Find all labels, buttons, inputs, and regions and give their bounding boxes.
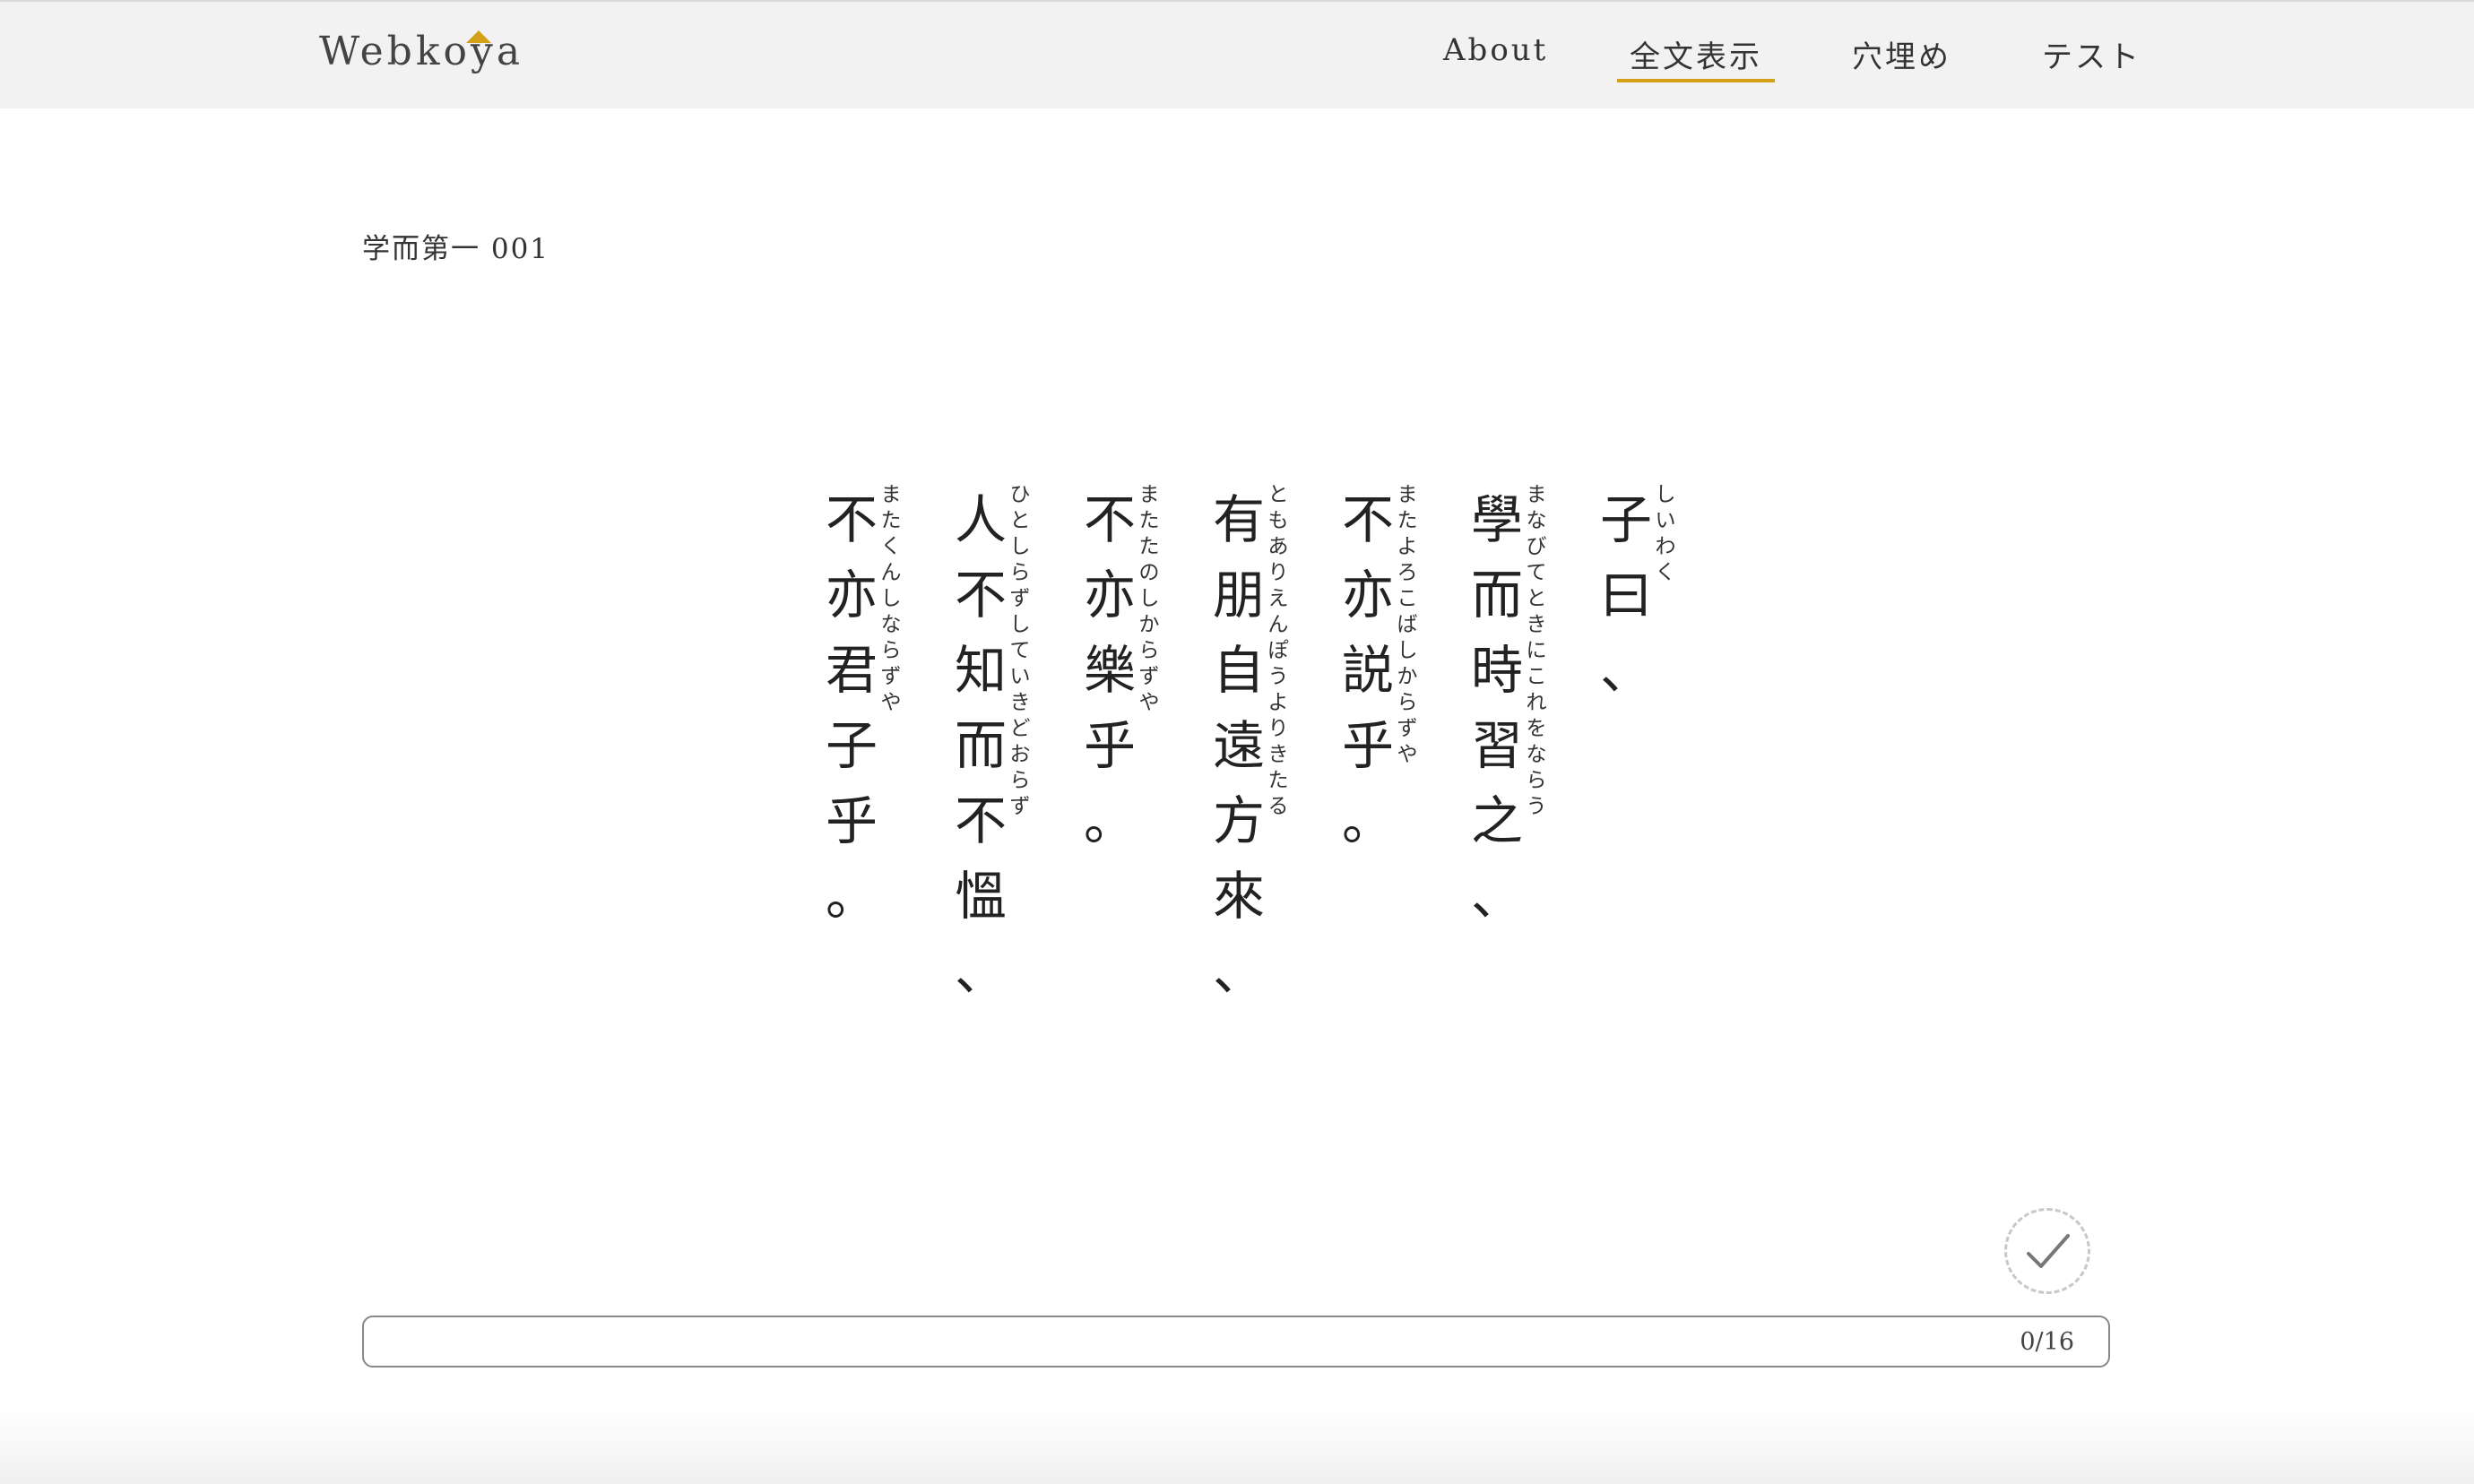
passage-column-text: 不亦説乎。 bbox=[1341, 489, 1394, 851]
nav-active-indicator bbox=[1617, 79, 1775, 82]
passage-column-text: 不亦君子乎。 bbox=[825, 489, 878, 927]
progress-bar: 0/16 bbox=[362, 1316, 2110, 1368]
nav-full-text[interactable]: 全文表示 bbox=[1630, 32, 1762, 76]
passage-column-ruby: ひとしらずしていきどおらず bbox=[1009, 483, 1031, 818]
section-title: 学而第一 001 bbox=[362, 233, 550, 265]
passage-column-text: 子曰、 bbox=[1599, 489, 1652, 701]
progress-count: 0/16 bbox=[2020, 1328, 2074, 1356]
checkmark-icon bbox=[2027, 1234, 2070, 1268]
bottom-shade bbox=[0, 1407, 2474, 1484]
passage-column-ruby: まなびてときにこれをならう bbox=[1526, 483, 1547, 818]
passage-column-ruby: またくんしならずや bbox=[880, 483, 902, 714]
logo-triangle-icon bbox=[466, 30, 491, 43]
nav-fill-in-blank[interactable]: 穴埋め bbox=[1852, 32, 1951, 76]
passage-column-ruby: ともありえんぽうよりきたる bbox=[1267, 483, 1289, 818]
nav-test[interactable]: テスト bbox=[2042, 32, 2141, 76]
passage-column-text: 人不知而不慍、 bbox=[954, 489, 1007, 1002]
passage-column-text: 有朋自遠方來、 bbox=[1212, 489, 1265, 1002]
site-header: Webkoya About 全文表示 穴埋め テスト bbox=[0, 0, 2474, 108]
site-logo[interactable]: Webkoya bbox=[319, 29, 523, 74]
passage-column-text: 學而時習之、 bbox=[1470, 489, 1523, 927]
passage-column-ruby: しいわく bbox=[1655, 483, 1676, 584]
nav-about[interactable]: About bbox=[1443, 32, 1548, 68]
passage-column-text: 不亦樂乎。 bbox=[1083, 489, 1136, 851]
passage-column-ruby: またよろこばしからずや bbox=[1397, 483, 1418, 766]
check-button[interactable] bbox=[2004, 1208, 2090, 1294]
passage-column-ruby: またたのしからずや bbox=[1138, 483, 1160, 714]
